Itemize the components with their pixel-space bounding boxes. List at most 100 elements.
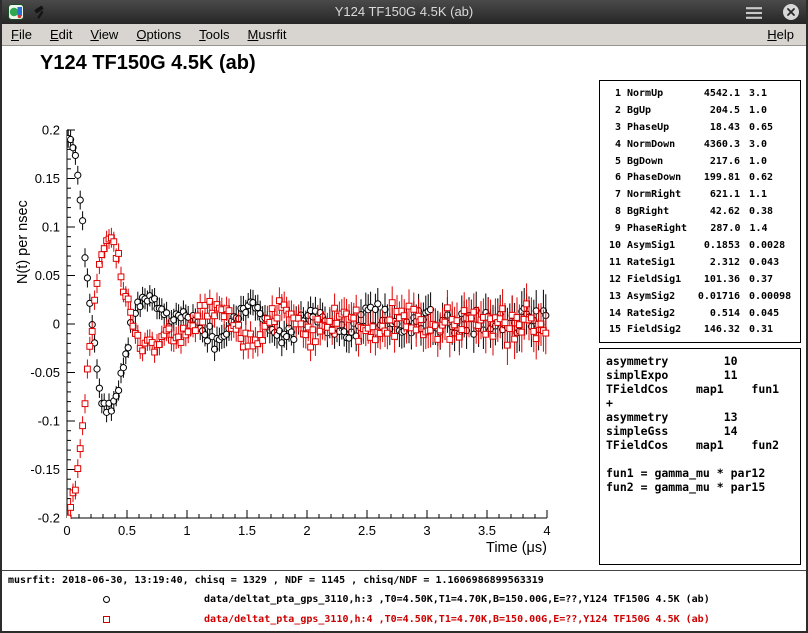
param-err: 1.0 bbox=[749, 105, 795, 116]
param-row: 3 PhaseUp18.43 0.65 bbox=[605, 119, 795, 136]
parameters-panel: 1NormUp4542.13.12BgUp204.51.03PhaseUp18.… bbox=[599, 80, 801, 343]
circle-marker-icon bbox=[103, 596, 110, 603]
legend-label: data/deltat_pta_gps_3110,h:4 ,T0=4.50K,T… bbox=[204, 614, 710, 625]
param-val: 101.36 bbox=[686, 274, 740, 285]
menu-item-options[interactable]: Options bbox=[127, 24, 190, 45]
param-err: 3.1 bbox=[749, 88, 795, 99]
param-row: 12 FieldSig1101.36 0.37 bbox=[605, 271, 795, 288]
param-err: 1.0 bbox=[749, 156, 795, 167]
param-err: 0.37 bbox=[749, 274, 795, 285]
param-num: 6 bbox=[605, 172, 621, 183]
menu-item-help[interactable]: Help bbox=[758, 24, 806, 45]
param-name: FieldSig2 bbox=[627, 324, 686, 335]
param-row: 10 AsymSig10.1853 0.0028 bbox=[605, 237, 795, 254]
param-row: 11RateSig12.3120.043 bbox=[605, 254, 795, 271]
param-err: 0.00098 bbox=[749, 291, 795, 302]
param-name: NormRight bbox=[627, 189, 686, 200]
param-val: 18.43 bbox=[686, 122, 740, 133]
param-val: 4360.3 bbox=[686, 139, 740, 150]
param-name: PhaseRight bbox=[627, 223, 687, 234]
param-val: 0.514 bbox=[686, 308, 740, 319]
menu-item-musrfit[interactable]: Musrfit bbox=[239, 24, 296, 45]
param-err: 0.65 bbox=[749, 122, 795, 133]
param-num: 12 bbox=[605, 274, 621, 285]
hamburger-menu-icon[interactable] bbox=[746, 5, 762, 21]
x-tick-label: 3 bbox=[423, 523, 430, 538]
y-tick-label: 0.1 bbox=[42, 220, 60, 235]
menu-mnemonic: O bbox=[136, 27, 146, 42]
y-tick-label: -0.1 bbox=[38, 414, 60, 429]
titlebar[interactable]: Y124 TF150G 4.5K (ab) bbox=[2, 0, 806, 24]
x-tick-label: 0 bbox=[63, 523, 70, 538]
param-num: 11 bbox=[605, 257, 621, 268]
legend-label: data/deltat_pta_gps_3110,h:3 ,T0=4.50K,T… bbox=[204, 594, 710, 605]
menu-item-tools[interactable]: Tools bbox=[190, 24, 238, 45]
param-num: 9 bbox=[605, 223, 621, 234]
legend-item: data/deltat_pta_gps_3110,h:4 ,T0=4.50K,T… bbox=[2, 609, 806, 629]
param-num: 10 bbox=[605, 240, 621, 251]
param-val: 0.1853 bbox=[686, 240, 740, 251]
param-err: 0.043 bbox=[749, 257, 795, 268]
param-err: 1.1 bbox=[749, 189, 795, 200]
menu-mnemonic: F bbox=[11, 27, 19, 42]
theory-panel: asymmetry 10 simplExpo 11 TFieldCos map1… bbox=[599, 348, 801, 565]
param-row: 2BgUp204.51.0 bbox=[605, 102, 795, 119]
app-window: Y124 TF150G 4.5K (ab) Help FileEditViewOp… bbox=[0, 0, 808, 633]
param-err: 0.045 bbox=[749, 308, 795, 319]
param-num: 7 bbox=[605, 189, 621, 200]
y-tick-label: -0.2 bbox=[38, 511, 60, 526]
param-name: BgUp bbox=[627, 105, 686, 116]
param-row: 14RateSig20.5140.045 bbox=[605, 305, 795, 322]
menu-mnemonic: V bbox=[90, 27, 98, 42]
param-val: 199.81 bbox=[686, 172, 740, 183]
menu-item-file[interactable]: File bbox=[2, 24, 41, 45]
param-name: FieldSig1 bbox=[627, 274, 686, 285]
stats-divider bbox=[2, 570, 806, 571]
menu-item-view[interactable]: View bbox=[81, 24, 127, 45]
param-err: 0.0028 bbox=[749, 240, 795, 251]
close-button[interactable] bbox=[782, 3, 800, 21]
param-val: 287.0 bbox=[687, 223, 740, 234]
param-err: 0.38 bbox=[749, 206, 795, 217]
param-num: 3 bbox=[605, 122, 621, 133]
param-num: 1 bbox=[605, 88, 621, 99]
param-num: 13 bbox=[605, 291, 621, 302]
menu-mnemonic: E bbox=[50, 27, 59, 42]
param-num: 8 bbox=[605, 206, 621, 217]
param-row: 5BgDown217.61.0 bbox=[605, 153, 795, 170]
param-name: PhaseDown bbox=[627, 172, 686, 183]
param-name: BgDown bbox=[627, 156, 686, 167]
param-err: 0.62 bbox=[749, 172, 795, 183]
theory-text: asymmetry 10 simplExpo 11 TFieldCos map1… bbox=[606, 354, 794, 494]
param-num: 4 bbox=[605, 139, 621, 150]
square-marker-icon bbox=[103, 616, 110, 623]
param-row: 6 PhaseDown199.81 0.62 bbox=[605, 169, 795, 186]
param-name: AsymSig1 bbox=[627, 240, 686, 251]
y-tick-label: -0.15 bbox=[30, 462, 60, 477]
param-row: 8BgRight42.620.38 bbox=[605, 203, 795, 220]
param-val: 42.62 bbox=[686, 206, 740, 217]
menubar: Help FileEditViewOptionsToolsMusrfit bbox=[2, 24, 806, 46]
y-tick-label: 0.05 bbox=[35, 268, 60, 283]
plot-legend: data/deltat_pta_gps_3110,h:3 ,T0=4.50K,T… bbox=[2, 589, 806, 629]
param-row: 9PhaseRight287.01.4 bbox=[605, 220, 795, 237]
param-val: 2.312 bbox=[686, 257, 740, 268]
param-err: 0.31 bbox=[749, 324, 795, 335]
menu-item-edit[interactable]: Edit bbox=[41, 24, 81, 45]
param-name: RateSig2 bbox=[627, 308, 686, 319]
y-axis-title: N(t) per nsec bbox=[15, 200, 31, 284]
data-series-layer bbox=[65, 129, 549, 527]
y-tick-label: -0.05 bbox=[30, 365, 60, 380]
param-row: 1NormUp4542.13.1 bbox=[605, 85, 795, 102]
legend-item: data/deltat_pta_gps_3110,h:3 ,T0=4.50K,T… bbox=[2, 589, 806, 609]
param-name: PhaseUp bbox=[627, 122, 686, 133]
param-num: 2 bbox=[605, 105, 621, 116]
x-tick-label: 1.5 bbox=[238, 523, 256, 538]
param-row: 7NormRight621.11.1 bbox=[605, 186, 795, 203]
plot-canvas[interactable]: 0.20.150.10.050-0.05-0.1-0.15-0.200.511.… bbox=[2, 46, 598, 568]
param-name: NormUp bbox=[627, 88, 686, 99]
param-val: 217.6 bbox=[686, 156, 740, 167]
x-tick-label: 2 bbox=[303, 523, 310, 538]
series-circles bbox=[65, 129, 549, 422]
param-num: 15 bbox=[605, 324, 621, 335]
